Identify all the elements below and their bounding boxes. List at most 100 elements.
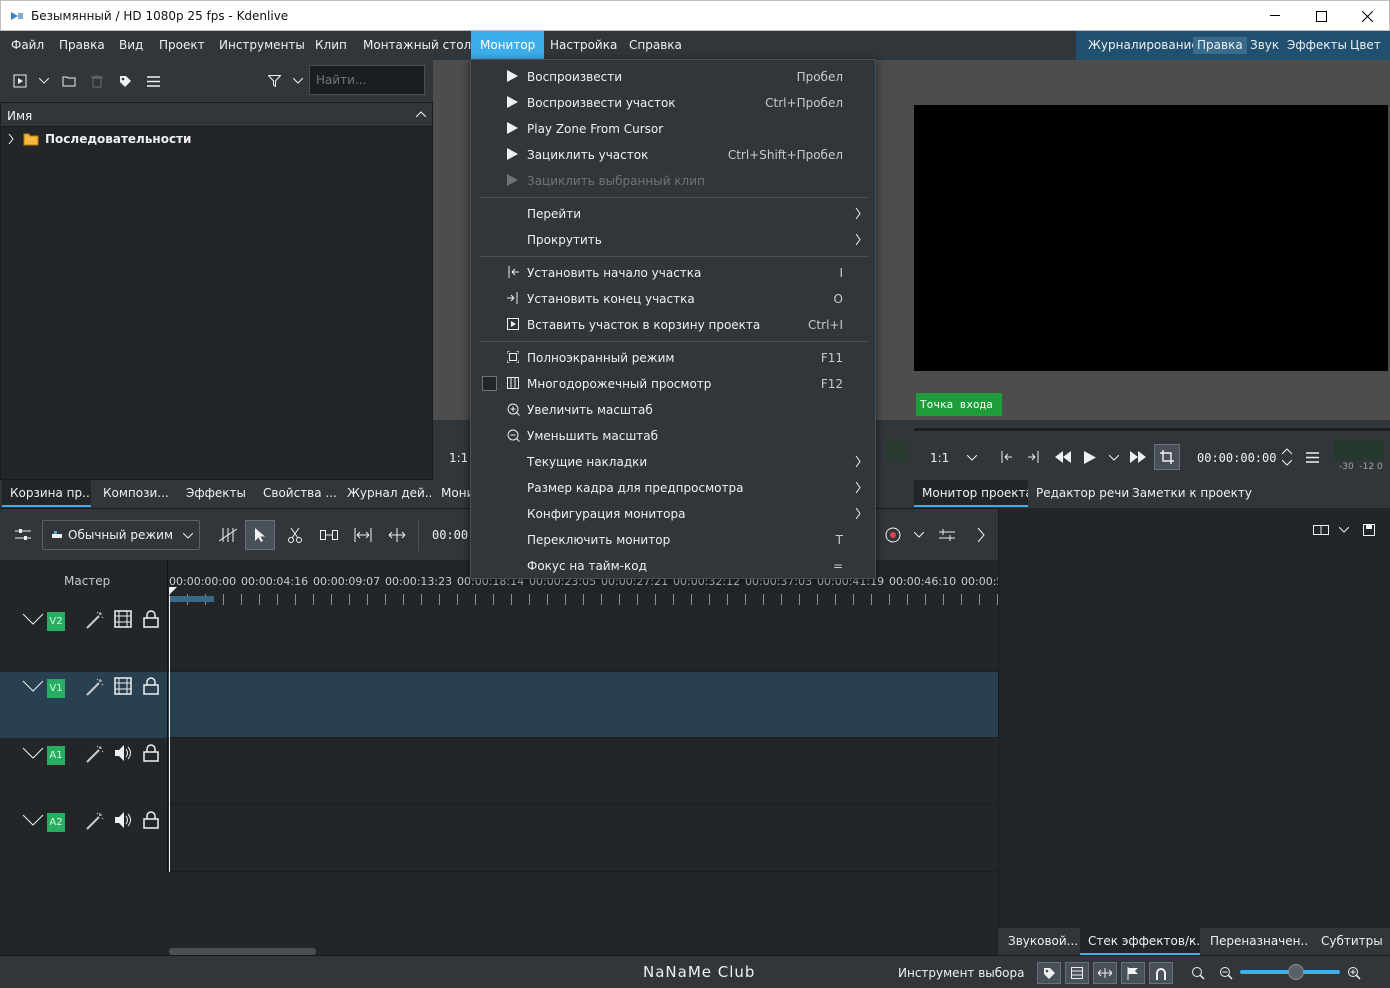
film-icon[interactable] (1065, 962, 1089, 984)
split-audio-icon[interactable] (1093, 962, 1117, 984)
menu-item-set-zone-in[interactable]: Установить начало участка I (471, 260, 875, 286)
menu-item-goto[interactable]: Перейти (471, 201, 875, 227)
compare-icon[interactable] (1311, 522, 1331, 538)
minimize-button[interactable] (1252, 1, 1298, 31)
chevron-down-icon[interactable] (1337, 524, 1351, 536)
fast-forward-icon[interactable] (1129, 449, 1147, 465)
snap-magnet-icon[interactable] (1149, 962, 1173, 984)
project-monitor-view[interactable]: Точка входа (914, 60, 1390, 420)
collapse-icon[interactable] (22, 747, 44, 759)
project-monitor-zoom[interactable]: 1:1 (930, 451, 949, 465)
tab-properties[interactable]: Свойства ... (255, 480, 337, 507)
flag-icon[interactable] (1121, 962, 1145, 984)
layout-editing[interactable]: Правка (1193, 37, 1247, 54)
lock-icon[interactable] (143, 744, 159, 762)
menu-file[interactable]: Файл (5, 31, 50, 60)
menu-timeline[interactable]: Монтажный стол (357, 31, 477, 60)
filter-icon[interactable] (264, 72, 284, 90)
menu-view[interactable]: Вид (113, 31, 149, 60)
menu-item-preview-resolution[interactable]: Размер кадра для предпросмотра (471, 475, 875, 501)
zone-out-icon[interactable] (1026, 449, 1042, 465)
hide-track-icon[interactable] (114, 610, 132, 628)
menu-project[interactable]: Проект (153, 31, 211, 60)
menu-help[interactable]: Справка (623, 31, 688, 60)
column-name-header[interactable]: Имя (7, 109, 32, 123)
zoom-fit-icon[interactable] (1189, 964, 1207, 982)
monitor-ruler[interactable] (914, 428, 1390, 431)
add-folder-icon[interactable] (59, 72, 79, 90)
track-name[interactable]: V2 (47, 612, 65, 631)
close-button[interactable] (1344, 1, 1390, 31)
master-label[interactable]: Мастер (64, 574, 110, 588)
clip-monitor-zoom[interactable]: 1:1 (449, 451, 468, 465)
layout-audio[interactable]: Звук (1246, 37, 1283, 54)
playhead-marker[interactable] (169, 587, 179, 597)
tab-project-monitor[interactable]: Монитор проекта (914, 480, 1028, 507)
menu-edit[interactable]: Правка (53, 31, 111, 60)
tab-effect-stack[interactable]: Стек эффектов/к... (1080, 928, 1200, 955)
add-clip-icon[interactable] (10, 72, 30, 90)
collapse-icon[interactable] (22, 613, 44, 625)
bin-folder-row[interactable]: Последовательности (1, 129, 432, 149)
menu-clip[interactable]: Клип (309, 31, 353, 60)
chevron-down-icon[interactable] (290, 72, 306, 90)
tab-clip-monitor[interactable]: Мони (433, 480, 470, 507)
chevron-right-icon[interactable] (972, 525, 990, 545)
maximize-button[interactable] (1298, 1, 1344, 31)
layout-effects[interactable]: Эффекты (1283, 37, 1351, 54)
hide-track-icon[interactable] (114, 677, 132, 695)
menu-item-overlays[interactable]: Текущие накладки (471, 449, 875, 475)
zone-in-icon[interactable] (998, 449, 1014, 465)
project-monitor-timecode[interactable]: 00:00:00:00 (1197, 451, 1276, 465)
lock-icon[interactable] (143, 811, 159, 829)
lock-icon[interactable] (143, 610, 159, 628)
menu-item-extract-zone[interactable]: Вставить участок в корзину проекта Ctrl+… (471, 312, 875, 338)
menu-settings[interactable]: Настройка (544, 31, 623, 60)
spacer-tool-icon[interactable] (318, 525, 340, 545)
menu-item-play-zone-from-cursor[interactable]: Play Zone From Cursor (471, 116, 875, 142)
tab-undo-history[interactable]: Журнал дей... (339, 480, 431, 507)
select-tool-icon[interactable] (245, 520, 275, 550)
tag-icon[interactable] (1037, 962, 1061, 984)
tab-effects[interactable]: Эффекты (178, 480, 253, 507)
track-v1[interactable]: V1 (0, 672, 998, 738)
speaker-icon[interactable] (114, 811, 132, 829)
track-name[interactable]: A1 (47, 746, 65, 765)
mixer-icon[interactable] (936, 525, 958, 545)
hamburger-menu-icon[interactable] (1303, 449, 1321, 465)
bin-search-input[interactable] (309, 65, 425, 95)
play-icon[interactable] (1082, 449, 1098, 465)
effects-wand-icon[interactable] (86, 611, 104, 629)
trash-icon[interactable] (87, 72, 107, 90)
track-name[interactable]: A2 (47, 813, 65, 832)
timeline-timecode[interactable]: 00:00: (432, 528, 475, 542)
layout-color[interactable]: Цвет (1346, 37, 1385, 54)
tab-remap[interactable]: Переназначен... (1202, 928, 1308, 955)
collapse-icon[interactable] (22, 814, 44, 826)
chevron-down-icon[interactable] (1106, 451, 1122, 465)
lock-icon[interactable] (143, 677, 159, 695)
chevron-down-icon[interactable] (36, 72, 52, 90)
track-name[interactable]: V1 (47, 679, 65, 698)
menu-item-fullscreen[interactable]: Полноэкранный режим F11 (471, 345, 875, 371)
rewind-icon[interactable] (1054, 449, 1072, 465)
menu-tools[interactable]: Инструменты (213, 31, 311, 60)
menu-item-play-zone[interactable]: Воспроизвести участок Ctrl+Пробел (471, 90, 875, 116)
hamburger-menu-icon[interactable] (143, 72, 163, 90)
collapse-icon[interactable] (22, 680, 44, 692)
multitrack-checkbox[interactable] (482, 376, 497, 391)
razor-all-icon[interactable] (217, 525, 239, 545)
menu-item-monitor-config[interactable]: Конфигурация монитора (471, 501, 875, 527)
speaker-icon[interactable] (114, 744, 132, 762)
playhead-line[interactable] (169, 596, 170, 872)
tab-subtitles[interactable]: Субтитры (1313, 928, 1390, 955)
effects-wand-icon[interactable] (86, 745, 104, 763)
menu-item-multitrack-view[interactable]: Многодорожечный просмотр F12 (471, 371, 875, 397)
effects-wand-icon[interactable] (86, 812, 104, 830)
tab-project-bin[interactable]: Корзина пр... (2, 480, 91, 507)
sort-up-icon[interactable] (416, 111, 426, 117)
menu-monitor[interactable]: Монитор (471, 31, 545, 60)
track-a2[interactable]: A2 (0, 806, 998, 872)
tab-speech-editor[interactable]: Редактор речи (1028, 480, 1137, 507)
tab-audio-mixer[interactable]: Звуковой... (1000, 928, 1080, 955)
